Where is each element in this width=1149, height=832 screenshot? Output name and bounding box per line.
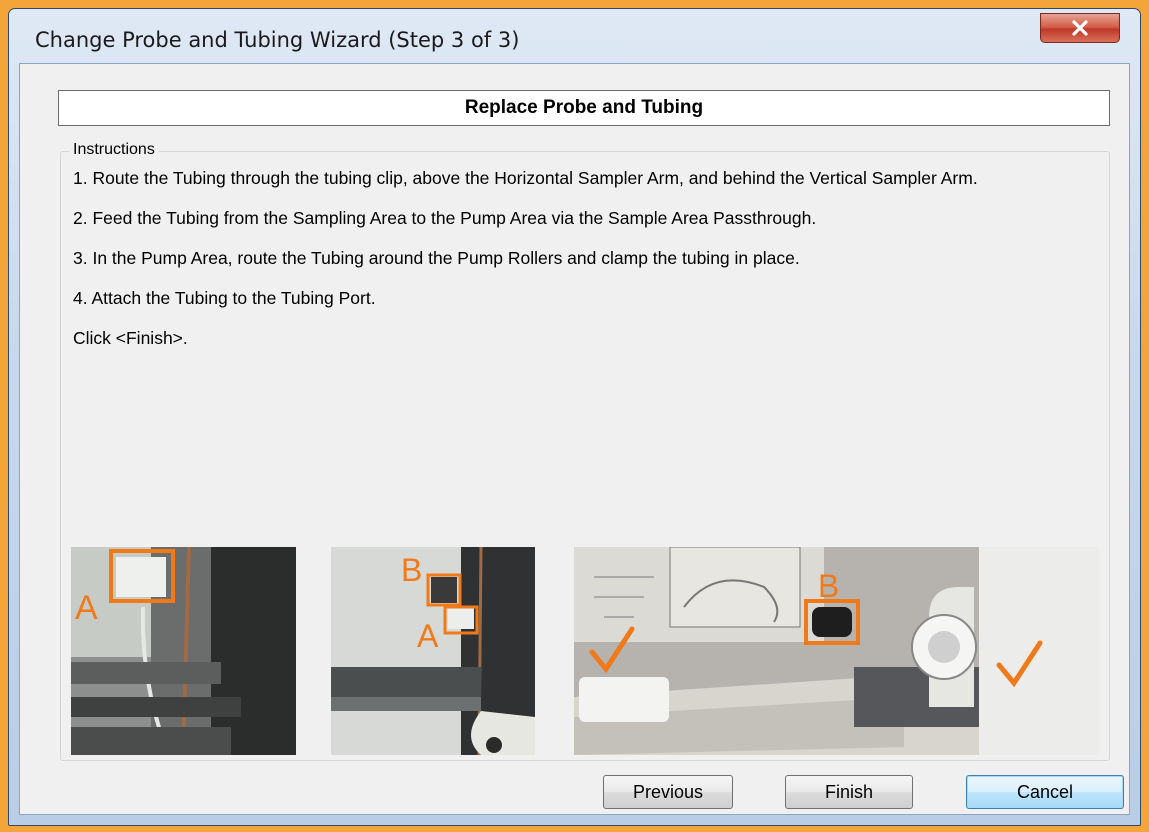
photo2-marker-b: B bbox=[401, 552, 422, 588]
close-button[interactable] bbox=[1040, 13, 1120, 43]
step-header: Replace Probe and Tubing bbox=[58, 90, 1110, 126]
previous-button[interactable]: Previous bbox=[603, 775, 733, 809]
photo-tubing-clip: A bbox=[71, 547, 296, 755]
cancel-button[interactable]: Cancel bbox=[966, 775, 1124, 809]
photo-pump-area: B bbox=[574, 547, 1099, 755]
close-icon bbox=[1072, 20, 1088, 36]
wizard-content: Replace Probe and Tubing Instructions 1.… bbox=[19, 63, 1130, 815]
instruction-step-4: 4. Attach the Tubing to the Tubing Port. bbox=[73, 288, 376, 308]
photo3-marker-b: B bbox=[818, 568, 839, 604]
instructions-group: Instructions 1. Route the Tubing through… bbox=[60, 141, 1110, 761]
instruction-step-3: 3. In the Pump Area, route the Tubing ar… bbox=[73, 248, 800, 268]
finish-button[interactable]: Finish bbox=[785, 775, 913, 809]
photo1-marker-a: A bbox=[75, 589, 98, 627]
wizard-window: Change Probe and Tubing Wizard (Step 3 o… bbox=[8, 8, 1141, 826]
instruction-step-1: 1. Route the Tubing through the tubing c… bbox=[73, 168, 978, 188]
instructions-legend: Instructions bbox=[69, 141, 159, 159]
instructions-list: 1. Route the Tubing through the tubing c… bbox=[73, 168, 1093, 368]
photo2-marker-a: A bbox=[417, 618, 439, 654]
window-title: Change Probe and Tubing Wizard (Step 3 o… bbox=[35, 28, 520, 52]
instruction-step-2: 2. Feed the Tubing from the Sampling Are… bbox=[73, 208, 817, 228]
photo-sampler-arm: B A bbox=[331, 547, 535, 755]
title-bar[interactable]: Change Probe and Tubing Wizard (Step 3 o… bbox=[9, 9, 1140, 61]
instruction-finish-note: Click <Finish>. bbox=[73, 328, 188, 348]
